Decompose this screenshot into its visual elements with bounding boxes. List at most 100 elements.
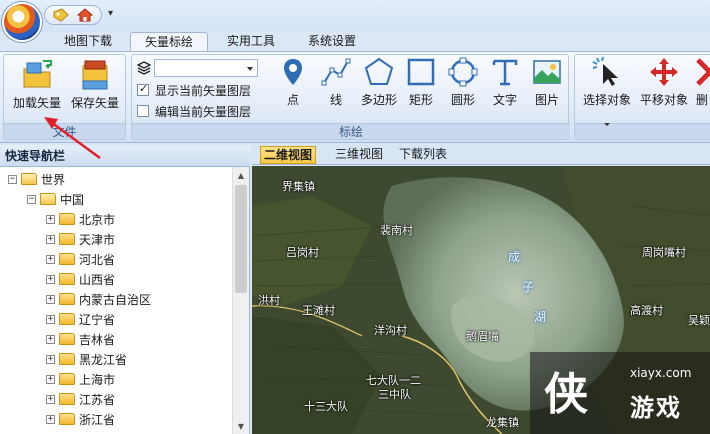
edit-current-layer-checkbox[interactable]: 编辑当前矢量图层 [137,102,251,120]
select-object-dropdown-icon[interactable] [604,123,610,126]
load-vector-button[interactable]: 加载矢量 [8,59,66,129]
tree-node-china[interactable]: − 中国 [27,189,84,209]
map-label: 三中队 [378,388,411,401]
group-file: 加载矢量 保存矢量 文件 [3,54,126,140]
map-label: 吕岗村 [286,246,319,259]
checkbox-unchecked-icon[interactable] [137,105,149,117]
collapse-icon[interactable]: − [27,194,36,204]
picture-icon [533,60,561,84]
customize-toolbar-dropdown[interactable]: ▾ [108,8,113,19]
watermark-logo: 侠 [544,369,588,420]
expand-icon[interactable]: + [46,234,55,244]
collapse-icon[interactable]: − [8,174,17,184]
folder-open-icon [40,193,56,205]
pan-object-button[interactable]: 平移对象 [636,56,692,116]
plot-circle-button[interactable]: 圆形 [446,56,480,116]
tab-utilities[interactable]: 实用工具 [216,32,286,52]
circle-icon [448,57,478,87]
expand-icon[interactable]: + [46,294,55,304]
tab-vector-plot[interactable]: 矢量标绘 [130,32,208,52]
expand-icon[interactable]: + [46,354,55,364]
folder-icon [59,413,75,425]
plot-polygon-button[interactable]: 多边形 [356,56,402,116]
folder-icon [59,313,75,325]
tree-node-province[interactable]: + 北京市 [46,209,115,229]
expand-icon[interactable]: + [46,254,55,264]
checkbox-checked-icon[interactable] [137,82,149,96]
folder-icon [59,253,75,265]
map-label: 高渡村 [630,304,663,317]
scroll-thumb[interactable] [235,185,247,293]
tree-node-province[interactable]: + 河北省 [46,249,115,269]
tree-node-province[interactable]: + 内蒙古自治区 [46,289,151,309]
tree-node-province[interactable]: + 黑龙江省 [46,349,127,369]
map-label: 洪村 [258,294,280,307]
map-label: 龙集镇 [486,416,519,429]
folder-icon [59,373,75,385]
map-label: 界集镇 [282,180,315,193]
folder-icon [59,393,75,405]
expand-icon[interactable]: + [46,374,55,384]
tag-icon[interactable] [52,7,70,23]
ribbon-panel: 加载矢量 保存矢量 文件 标绘 显示当前矢量图层 编辑当前矢量图层 [0,51,710,143]
app-menu-orb-icon[interactable] [2,2,42,42]
title-bar: ▾ [0,0,710,42]
delete-icon [696,58,710,86]
expand-icon[interactable]: + [46,394,55,404]
plot-line-button[interactable]: 线 [318,56,354,116]
map-label: 洋沟村 [374,324,407,337]
folder-icon [59,273,75,285]
expand-icon[interactable]: + [46,334,55,344]
folder-icon [59,213,75,225]
move-arrows-icon [650,58,678,86]
polyline-icon [321,58,351,86]
save-vector-button[interactable]: 保存矢量 [66,59,124,119]
folder-icon [59,293,75,305]
map-label: 吴颖 [688,314,710,327]
map-label: 王滩村 [302,304,335,317]
tab-3d-view[interactable]: 三维视图 [332,146,386,164]
group-edit-label [575,123,710,139]
ribbon-tab-bar: 地图下载 矢量标绘 实用工具 系统设置 [0,32,710,52]
quick-navigation-panel: 快速导航栏 − 世界 − 中国 + 北京市 + 天津市 + 河北省 + 山西省 + 内蒙古… [0,145,250,434]
nav-panel-title: 快速导航栏 [0,145,250,167]
lake-label: 湖 [534,310,547,324]
folder-open-icon [21,173,37,185]
plot-text-button[interactable]: 文字 [488,56,522,116]
expand-icon[interactable]: + [46,314,55,324]
tree-node-world[interactable]: − 世界 [8,169,65,189]
map-label: 十三大队 [304,400,348,413]
plot-image-button[interactable]: 图片 [530,56,564,116]
tree-node-province[interactable]: + 山西省 [46,269,115,289]
load-vector-icon [23,60,52,88]
tree-node-province[interactable]: + 吉林省 [46,329,115,349]
select-object-button[interactable]: 选择对象 [578,56,636,126]
tree-node-province[interactable]: + 江苏省 [46,389,115,409]
home-icon[interactable] [76,7,94,23]
show-current-layer-checkbox[interactable]: 显示当前矢量图层 [137,81,251,99]
lake-label: 成 [508,250,521,264]
expand-icon[interactable]: + [46,414,55,424]
site-watermark: 侠 xiayx.com 游戏 [530,352,710,434]
tree-scrollbar[interactable]: ▲ ▼ [232,167,249,434]
folder-icon [59,333,75,345]
scroll-down-icon[interactable]: ▼ [233,418,249,434]
tree-node-province[interactable]: + 上海市 [46,369,115,389]
expand-icon[interactable]: + [46,214,55,224]
tab-download-list[interactable]: 下载列表 [396,146,450,164]
tree-node-province[interactable]: + 辽宁省 [46,309,115,329]
tab-system-settings[interactable]: 系统设置 [296,32,368,52]
tab-2d-view[interactable]: 二维视图 [260,146,317,164]
scroll-up-icon[interactable]: ▲ [233,167,249,183]
delete-object-button[interactable]: 删 [694,56,710,116]
plot-rectangle-button[interactable]: 矩形 [404,56,438,116]
tree-node-province[interactable]: + 浙江省 [46,409,115,429]
expand-icon[interactable]: + [46,274,55,284]
watermark-name: 游戏 [630,394,682,422]
tab-map-download[interactable]: 地图下载 [52,32,124,52]
tree-node-province[interactable]: + 天津市 [46,229,115,249]
map-pin-icon [284,59,302,85]
current-layer-select[interactable] [154,59,258,77]
group-file-label: 文件 [4,123,125,139]
plot-point-button[interactable]: 点 [276,56,310,116]
